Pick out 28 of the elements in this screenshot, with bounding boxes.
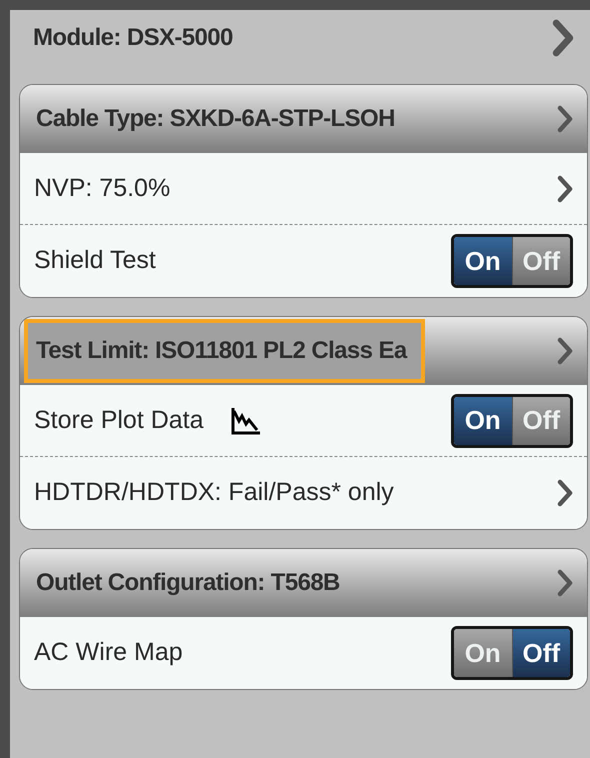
on-off-switch[interactable]: On Off [451, 234, 573, 288]
card-header[interactable]: Cable Type: SXKD-6A-STP-LSOH [20, 85, 587, 153]
on-option: On [454, 396, 512, 444]
on-option: On [454, 237, 512, 285]
header-label: Outlet Configuration: T568B [35, 568, 341, 598]
on-option: On [454, 629, 512, 677]
off-option: Off [512, 629, 570, 677]
card-header[interactable]: Outlet Configuration: T568B [20, 549, 587, 617]
setting-label: AC Wire Map [34, 637, 183, 668]
chevron-icon [557, 479, 573, 507]
chevron-icon [557, 105, 573, 133]
on-off-switch[interactable]: On Off [451, 626, 573, 680]
setting-label: HDTDR/HDTDX: Fail/Pass* only [34, 477, 394, 508]
setting-label: NVP: 75.0% [34, 172, 170, 204]
card-header[interactable]: Test Limit: ISO11801 PL2 Class Ea [20, 317, 587, 385]
header-label: Test Limit: ISO11801 PL2 Class Ea [24, 319, 425, 383]
off-option: Off [512, 396, 570, 444]
chevron-icon [557, 569, 573, 597]
module-row[interactable]: Module: DSX-5000 [19, 10, 590, 66]
chevron-icon [552, 19, 574, 57]
chevron-icon [557, 174, 573, 202]
off-option: Off [512, 237, 570, 285]
setting-label: Store Plot Data [34, 404, 204, 436]
header-label: Cable Type: SXKD-6A-STP-LSOH [35, 104, 396, 134]
module-label: Module: DSX-5000 [33, 23, 233, 53]
chevron-icon [557, 337, 573, 365]
setting-label: Shield Test [34, 245, 156, 276]
on-off-switch[interactable]: On Off [451, 394, 573, 448]
